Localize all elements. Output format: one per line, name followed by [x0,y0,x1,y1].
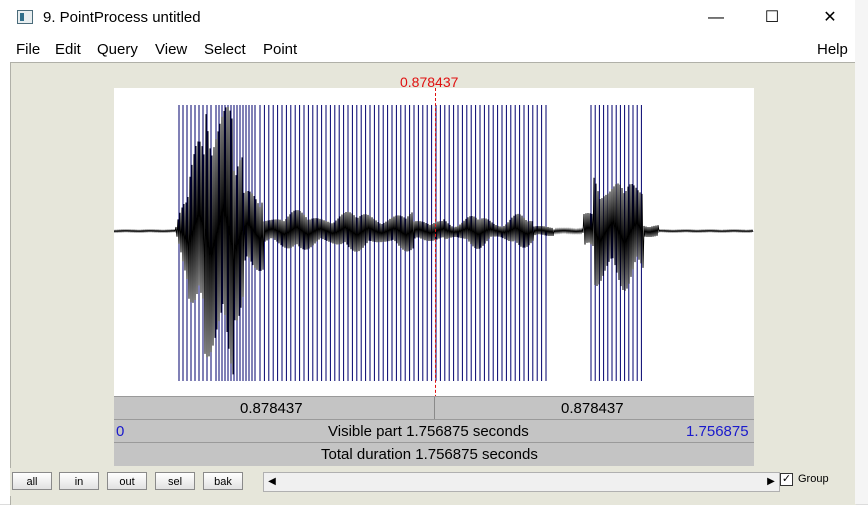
pulse-waveform-svg [113,105,754,381]
visible-part-text: Visible part 1.756875 seconds [328,423,529,440]
menu-query[interactable]: Query [97,41,138,58]
menu-help[interactable]: Help [817,41,848,58]
background-window-strip [855,0,868,504]
scroll-right-icon[interactable]: ▶ [763,473,779,491]
horizontal-scrollbar[interactable]: ◀ ▶ [263,472,780,492]
pointprocess-window: 9. PointProcess untitled — ☐ ✕ File Edit… [0,0,856,505]
bottom-toolbar: all in out sel bak ◀ ▶ [10,468,855,496]
praat-app-icon [17,10,33,24]
zoom-all-button[interactable]: all [12,472,52,490]
cursor-line [435,88,436,418]
zoom-out-button[interactable]: out [107,472,147,490]
menu-file[interactable]: File [16,41,40,58]
visible-part-bar[interactable]: 0 Visible part 1.756875 seconds 1.756875 [114,419,754,442]
window-title: 9. PointProcess untitled [43,9,201,26]
minimize-button[interactable]: — [701,6,731,30]
visible-end-time: 1.756875 [686,423,749,440]
zoom-sel-button[interactable]: sel [155,472,195,490]
group-checkbox[interactable]: ✓ [780,473,793,486]
total-duration-text: Total duration 1.756875 seconds [321,446,538,463]
right-part-time: 0.878437 [561,400,624,417]
waveform-trace [113,107,754,375]
left-part-time: 0.878437 [240,400,303,417]
menu-edit[interactable]: Edit [55,41,81,58]
menu-view[interactable]: View [155,41,187,58]
total-duration-bar[interactable]: Total duration 1.756875 seconds [114,442,754,466]
signal-plot[interactable] [113,88,754,396]
menu-select[interactable]: Select [204,41,246,58]
group-label: Group [798,473,829,485]
zoom-back-button[interactable]: bak [203,472,243,490]
visible-start-time: 0 [116,423,125,440]
maximize-button[interactable]: ☐ [757,6,787,30]
scroll-left-icon[interactable]: ◀ [264,473,280,491]
selection-time-bar[interactable]: 0.878437 0.878437 [114,396,754,420]
zoom-in-button[interactable]: in [59,472,99,490]
bar-divider [434,397,435,420]
title-bar: 9. PointProcess untitled — ☐ ✕ [0,0,855,36]
menu-bar: File Edit Query View Select Point Help [0,36,855,62]
close-button[interactable]: ✕ [815,6,845,30]
menu-point[interactable]: Point [263,41,297,58]
